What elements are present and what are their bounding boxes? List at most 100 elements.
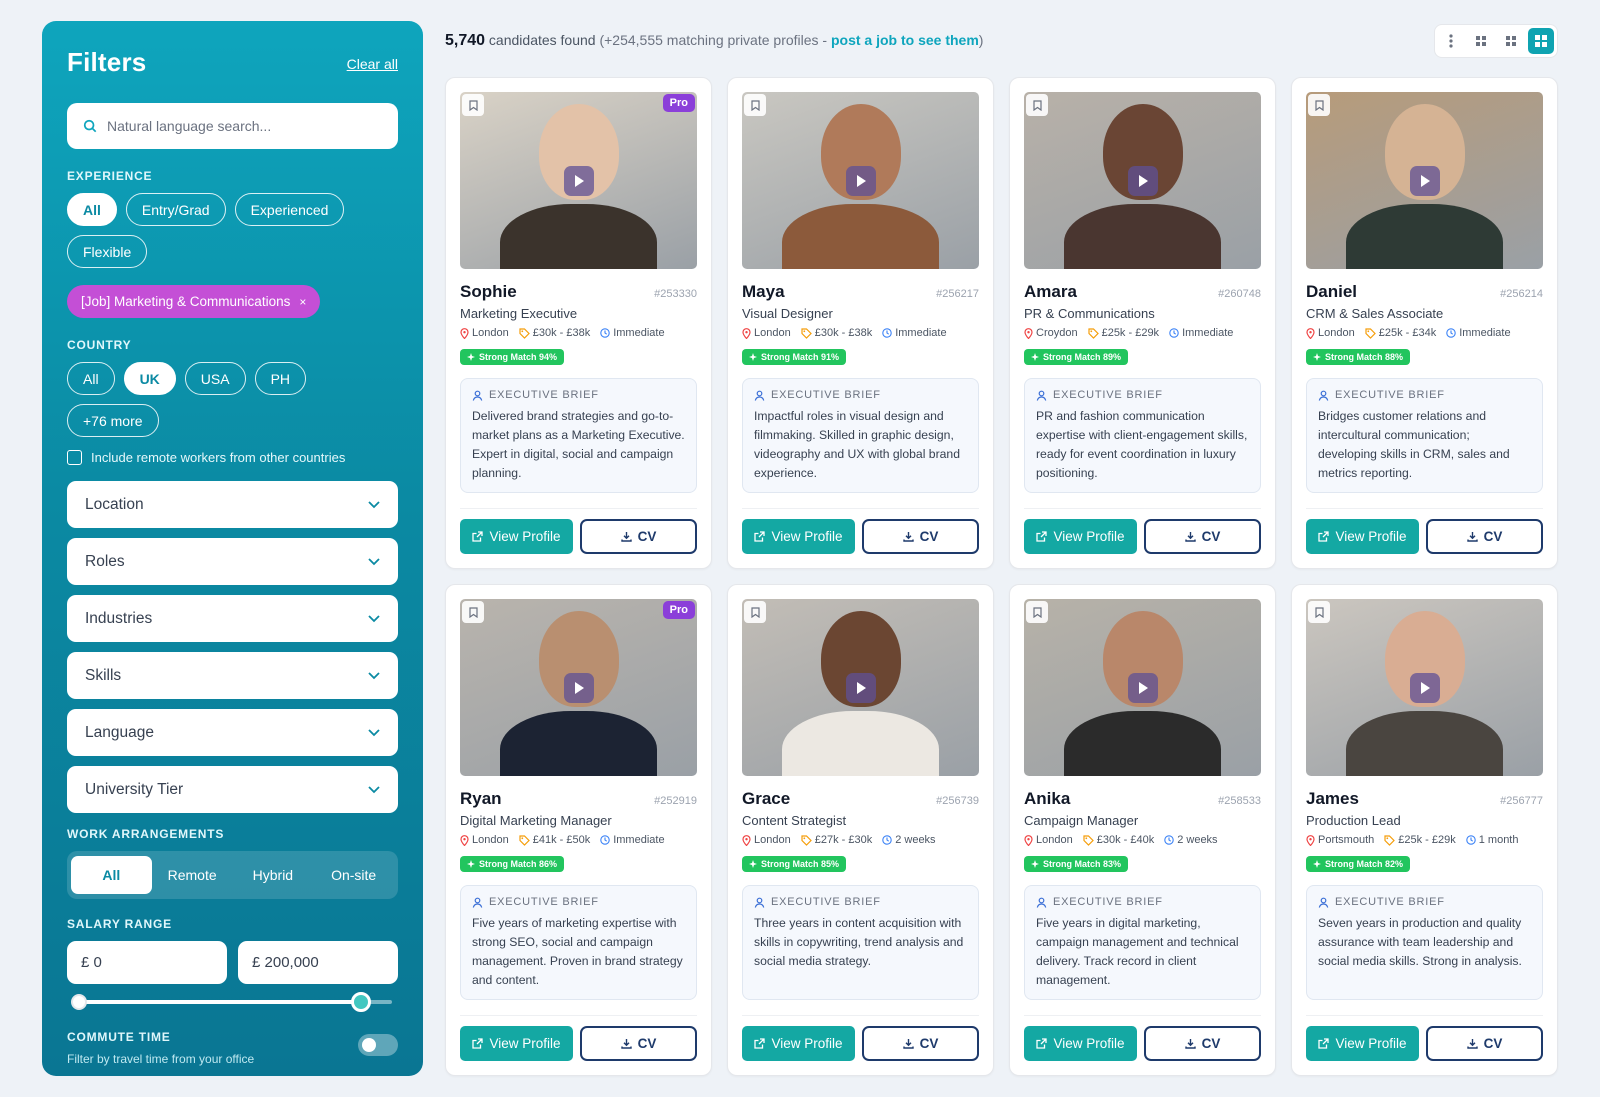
candidate-video[interactable] bbox=[1024, 599, 1261, 776]
download-icon bbox=[1184, 1039, 1196, 1049]
brief-header: EXECUTIVE BRIEF bbox=[472, 896, 685, 908]
country-usa[interactable]: USA bbox=[184, 362, 246, 395]
play-icon[interactable] bbox=[1127, 165, 1158, 196]
bookmark-icon[interactable] bbox=[1026, 94, 1048, 116]
candidate-name: Ryan bbox=[460, 789, 502, 808]
commute-toggle[interactable] bbox=[358, 1034, 398, 1056]
work-hybrid[interactable]: Hybrid bbox=[233, 856, 314, 894]
experience-flexible[interactable]: Flexible bbox=[67, 235, 148, 268]
pro-badge: Pro bbox=[662, 601, 695, 619]
candidate-video[interactable] bbox=[1306, 92, 1543, 269]
slider-max-handle[interactable] bbox=[351, 992, 371, 1012]
view-profile-button[interactable]: View Profile bbox=[460, 1026, 573, 1061]
experience-all[interactable]: All bbox=[67, 193, 117, 226]
play-icon[interactable] bbox=[563, 165, 594, 196]
work-all[interactable]: All bbox=[71, 856, 152, 894]
university-tier-dropdown[interactable]: University Tier bbox=[67, 766, 398, 813]
cv-download-button[interactable]: CV bbox=[862, 519, 979, 554]
country-all[interactable]: All bbox=[67, 362, 115, 395]
location-pin-icon bbox=[1306, 327, 1315, 339]
candidate-video[interactable]: Pro bbox=[460, 599, 697, 776]
bookmark-icon[interactable] bbox=[462, 601, 484, 623]
language-dropdown[interactable]: Language bbox=[67, 709, 398, 756]
candidate-location: London bbox=[472, 327, 509, 339]
match-score: Strong Match 82% bbox=[1325, 859, 1404, 869]
slider-min-handle[interactable] bbox=[71, 994, 87, 1010]
candidate-video[interactable] bbox=[1306, 599, 1543, 776]
skills-dropdown[interactable]: Skills bbox=[67, 652, 398, 699]
salary-max-input[interactable]: £ 200,000 bbox=[238, 941, 398, 984]
candidate-name: James bbox=[1306, 789, 1359, 808]
search-input[interactable]: Natural language search... bbox=[67, 103, 398, 149]
user-icon bbox=[472, 897, 483, 908]
play-icon[interactable] bbox=[1409, 165, 1440, 196]
work-onsite[interactable]: On-site bbox=[313, 856, 394, 894]
remote-checkbox[interactable] bbox=[67, 450, 82, 465]
view-grid-4-icon[interactable] bbox=[1528, 28, 1554, 54]
candidate-video[interactable] bbox=[742, 599, 979, 776]
view-list-icon[interactable] bbox=[1438, 28, 1464, 54]
play-icon[interactable] bbox=[845, 165, 876, 196]
view-profile-button[interactable]: View Profile bbox=[1024, 1026, 1137, 1061]
location-meta: London bbox=[1306, 327, 1355, 339]
play-icon[interactable] bbox=[1409, 672, 1440, 703]
view-grid-3-icon[interactable] bbox=[1498, 28, 1524, 54]
view-profile-button[interactable]: View Profile bbox=[742, 1026, 855, 1061]
job-chip-close-icon[interactable]: × bbox=[299, 295, 306, 309]
cv-download-button[interactable]: CV bbox=[1144, 1026, 1261, 1061]
brief-header: EXECUTIVE BRIEF bbox=[1036, 896, 1249, 908]
view-profile-button[interactable]: View Profile bbox=[1024, 519, 1137, 554]
cv-download-button[interactable]: CV bbox=[1144, 519, 1261, 554]
post-job-link[interactable]: post a job to see them bbox=[831, 32, 979, 48]
cv-download-button[interactable]: CV bbox=[580, 1026, 697, 1061]
view-profile-button[interactable]: View Profile bbox=[1306, 1026, 1419, 1061]
country-more[interactable]: +76 more bbox=[67, 404, 159, 437]
search-placeholder: Natural language search... bbox=[107, 118, 272, 134]
candidate-card-maya: Maya #256217 Visual Designer London £30k… bbox=[727, 77, 994, 569]
candidate-role: Content Strategist bbox=[742, 813, 847, 828]
view-profile-button[interactable]: View Profile bbox=[1306, 519, 1419, 554]
download-icon bbox=[1466, 532, 1478, 542]
salary-meta: £25k - £29k bbox=[1384, 834, 1456, 846]
location-dropdown[interactable]: Location bbox=[67, 481, 398, 528]
job-filter-chip[interactable]: [Job] Marketing & Communications × bbox=[67, 285, 321, 318]
remote-workers-option[interactable]: Include remote workers from other countr… bbox=[67, 450, 398, 465]
cv-download-button[interactable]: CV bbox=[580, 519, 697, 554]
candidate-video[interactable] bbox=[742, 92, 979, 269]
work-remote[interactable]: Remote bbox=[152, 856, 233, 894]
candidate-video[interactable] bbox=[1024, 92, 1261, 269]
clear-all-link[interactable]: Clear all bbox=[347, 56, 398, 72]
country-uk[interactable]: UK bbox=[123, 362, 176, 395]
bookmark-icon[interactable] bbox=[744, 601, 766, 623]
play-icon[interactable] bbox=[1127, 672, 1158, 703]
cv-download-button[interactable]: CV bbox=[1426, 1026, 1543, 1061]
bookmark-icon[interactable] bbox=[744, 94, 766, 116]
cv-download-button[interactable]: CV bbox=[1426, 519, 1543, 554]
candidate-location: London bbox=[472, 834, 509, 846]
salary-tag-icon bbox=[519, 327, 530, 339]
candidate-id: #258533 bbox=[1218, 795, 1261, 807]
industries-dropdown[interactable]: Industries bbox=[67, 595, 398, 642]
bookmark-icon[interactable] bbox=[1308, 94, 1330, 116]
bookmark-icon[interactable] bbox=[462, 94, 484, 116]
experience-entry-grad[interactable]: Entry/Grad bbox=[125, 193, 226, 226]
play-icon[interactable] bbox=[563, 672, 594, 703]
play-icon[interactable] bbox=[845, 672, 876, 703]
roles-dropdown[interactable]: Roles bbox=[67, 538, 398, 585]
candidate-video[interactable]: Pro bbox=[460, 92, 697, 269]
cv-download-button[interactable]: CV bbox=[862, 1026, 979, 1061]
view-profile-button[interactable]: View Profile bbox=[460, 519, 573, 554]
commute-time-section: COMMUTE TIME Filter by travel time from … bbox=[67, 1030, 398, 1066]
view-grid-2-icon[interactable] bbox=[1468, 28, 1494, 54]
bookmark-icon[interactable] bbox=[1308, 601, 1330, 623]
view-profile-button[interactable]: View Profile bbox=[742, 519, 855, 554]
experience-experienced[interactable]: Experienced bbox=[234, 193, 345, 226]
candidate-location: London bbox=[754, 327, 791, 339]
bookmark-icon[interactable] bbox=[1026, 601, 1048, 623]
sparkle-icon bbox=[1031, 860, 1039, 868]
salary-slider[interactable] bbox=[67, 992, 398, 1012]
location-meta: London bbox=[742, 834, 791, 846]
country-ph[interactable]: PH bbox=[254, 362, 307, 395]
salary-min-input[interactable]: £ 0 bbox=[67, 941, 227, 984]
brief-header: EXECUTIVE BRIEF bbox=[754, 896, 967, 908]
